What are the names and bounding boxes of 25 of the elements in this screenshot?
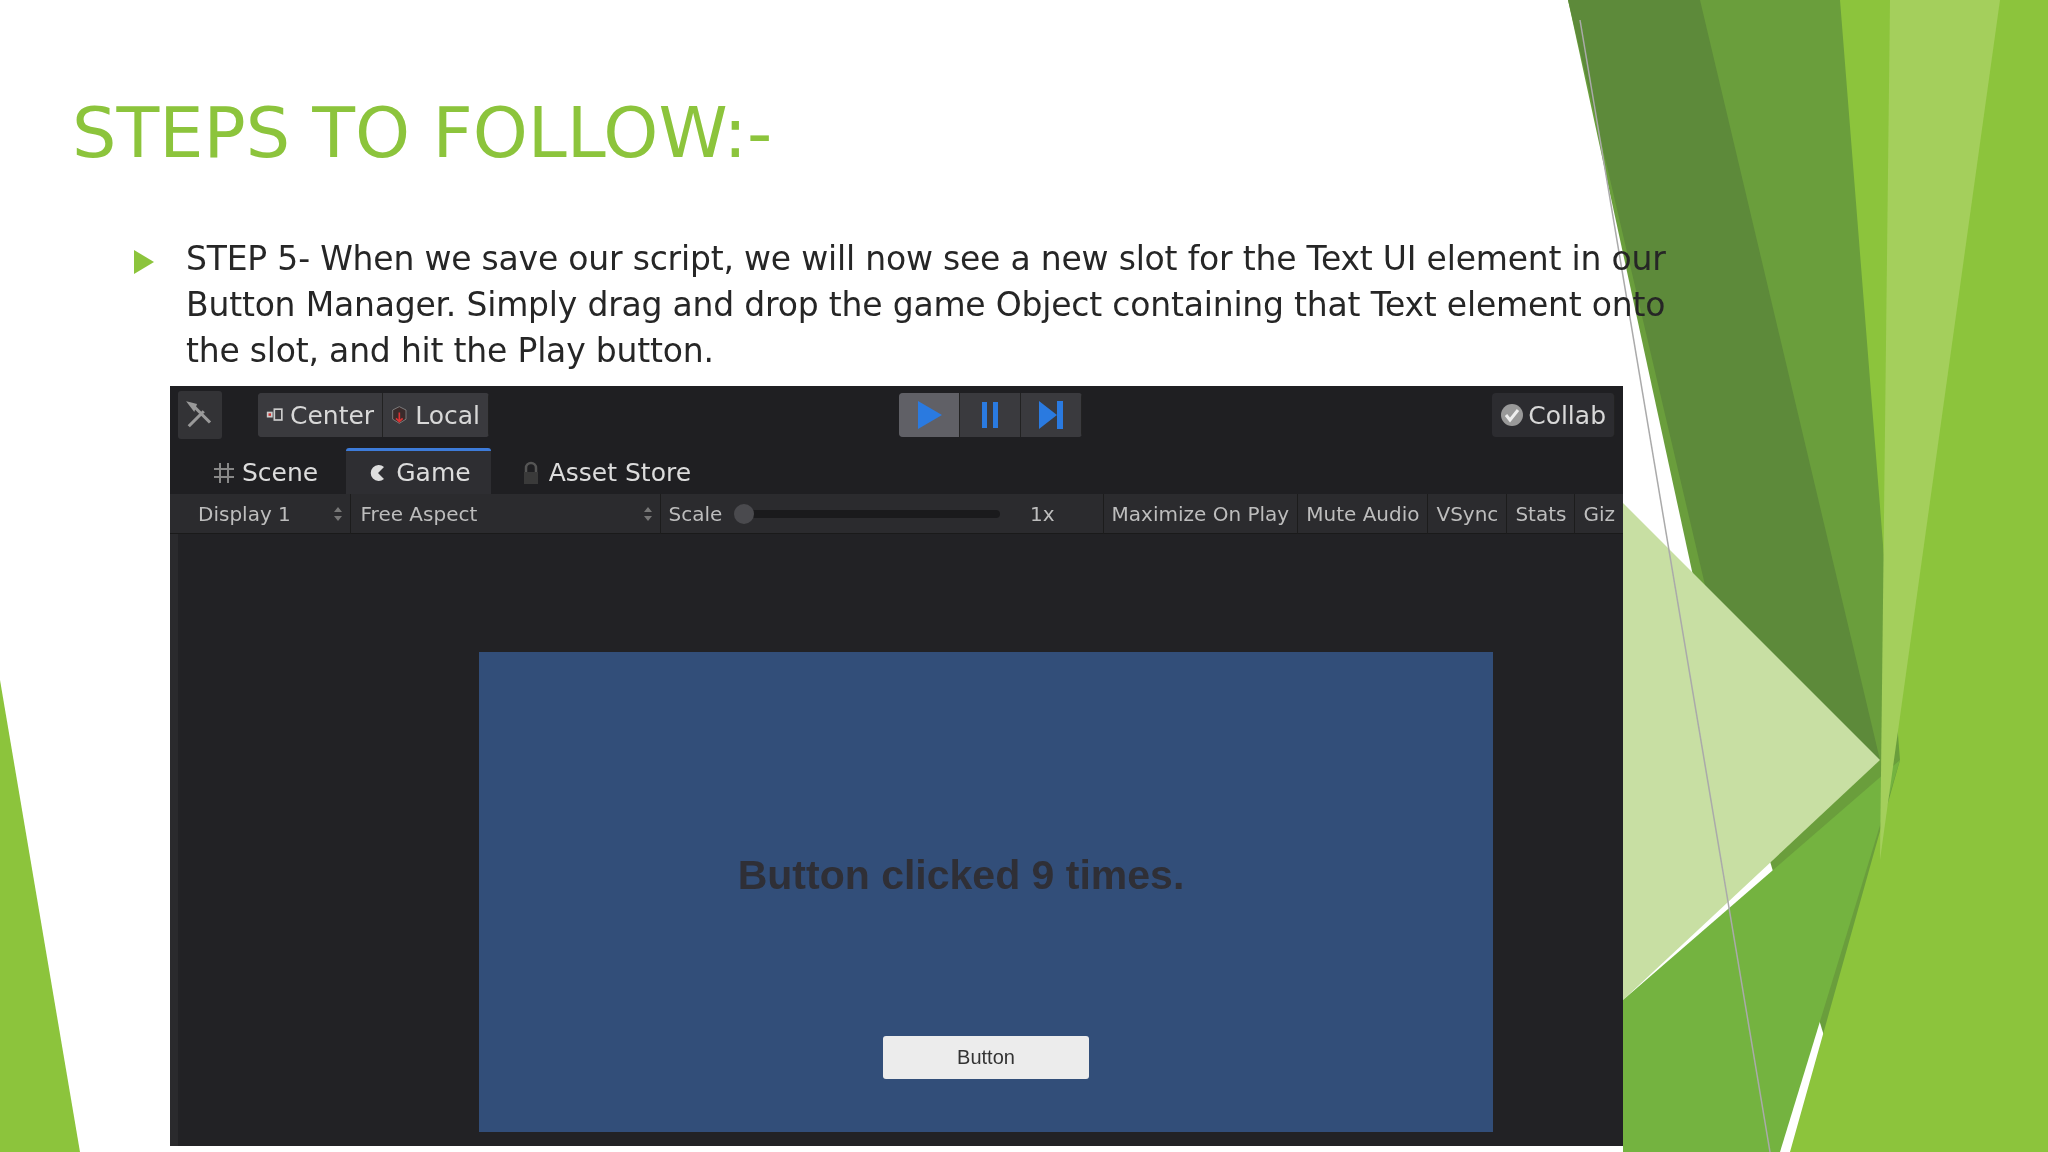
game-button[interactable]: Button bbox=[883, 1036, 1089, 1079]
slide-title: STEPS TO FOLLOW:- bbox=[72, 91, 774, 176]
tools-button[interactable] bbox=[178, 391, 222, 439]
collab-button[interactable]: Collab bbox=[1492, 393, 1615, 437]
updown-icon bbox=[643, 506, 652, 521]
aspect-dropdown[interactable]: Free Aspect bbox=[350, 493, 661, 534]
editor-tab[interactable]: Asset Store bbox=[498, 448, 712, 494]
click-count-text: Button clicked 9 times. bbox=[737, 852, 1185, 899]
toggle-button[interactable]: Stats bbox=[1506, 493, 1575, 534]
toggle-button[interactable]: Giz bbox=[1574, 493, 1623, 534]
bullet-arrow-icon bbox=[132, 248, 156, 276]
slider-thumb[interactable] bbox=[734, 503, 755, 524]
pivot-button[interactable]: Center bbox=[258, 393, 384, 437]
grid-icon bbox=[212, 460, 236, 485]
updown-icon bbox=[333, 506, 342, 521]
display-dropdown[interactable]: Display 1 bbox=[188, 493, 351, 534]
check-icon bbox=[1500, 403, 1525, 427]
scale-label: Scale bbox=[667, 501, 724, 526]
editor-tab[interactable]: Scene bbox=[192, 448, 339, 494]
editor-tab[interactable]: Game bbox=[346, 448, 491, 494]
play-button[interactable] bbox=[899, 393, 961, 437]
scale-reading: 1x bbox=[1029, 501, 1056, 526]
toggle-button[interactable]: Mute Audio bbox=[1297, 493, 1428, 534]
toggle-button[interactable]: Maximize On Play bbox=[1102, 493, 1298, 534]
toggle-button[interactable]: VSync bbox=[1427, 493, 1507, 534]
